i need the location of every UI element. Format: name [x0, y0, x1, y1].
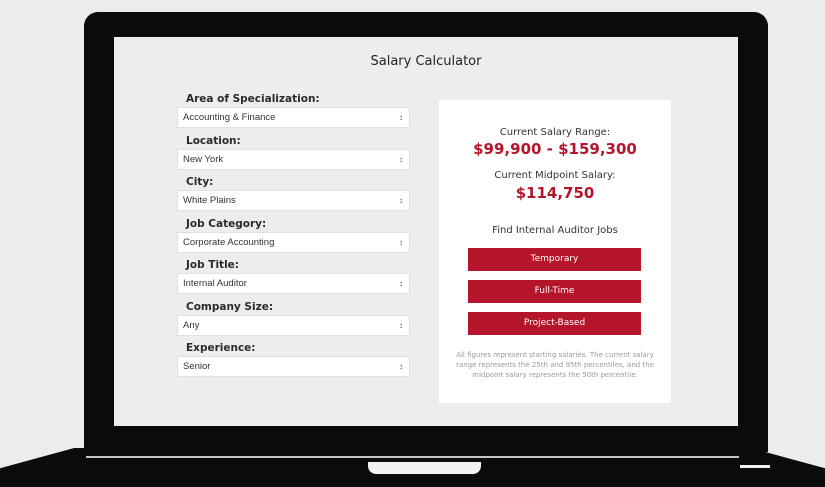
select-arrows-icon: ↕ [399, 154, 403, 164]
select-value: Accounting & Finance [183, 112, 276, 123]
select-value: Senior [183, 361, 211, 372]
field-location: Location: New York ↕ [177, 134, 410, 176]
field-label: City: [186, 176, 214, 188]
select-arrows-icon: ↕ [399, 237, 403, 247]
select-value: Internal Auditor [183, 278, 247, 289]
field-label: Company Size: [186, 300, 274, 313]
salary-result-card: Current Salary Range: $99,900 - $159,300… [439, 100, 671, 403]
company-size-select[interactable]: Any ↕ [177, 314, 410, 336]
field-experience: Experience: Senior ↕ [177, 341, 410, 383]
field-job-title: Job Title: Internal Auditor ↕ [177, 258, 410, 300]
screen: Salary Calculator Area of Specialization… [114, 37, 738, 426]
select-value: Corporate Accounting [183, 236, 275, 248]
select-arrows-icon: ↕ [399, 320, 403, 330]
calculator-form: Area of Specialization: Accounting & Fin… [177, 92, 410, 383]
experience-select[interactable]: Senior ↕ [177, 356, 410, 377]
salary-range-label: Current Salary Range: [499, 127, 611, 138]
page-title: Salary Calculator [370, 54, 482, 69]
midpoint-salary-value: $114,750 [515, 184, 595, 202]
field-city: City: White Plains ↕ [177, 175, 410, 217]
temporary-jobs-button[interactable]: Temporary [468, 248, 641, 271]
job-title-select[interactable]: Internal Auditor ↕ [177, 273, 410, 294]
project-based-jobs-button[interactable]: Project-Based [468, 312, 641, 335]
select-value: White Plains [183, 195, 236, 206]
field-label: Experience: [186, 342, 256, 354]
salary-range-value: $99,900 - $159,300 [473, 140, 637, 158]
area-of-specialization-select[interactable]: Accounting & Finance ↕ [177, 107, 410, 128]
select-arrows-icon: ↕ [399, 362, 403, 371]
field-label: Job Title: [186, 259, 239, 271]
select-arrows-icon: ↕ [399, 279, 403, 288]
select-arrows-icon: ↕ [399, 196, 403, 205]
laptop-base-edge [86, 456, 739, 458]
job-category-select[interactable]: Corporate Accounting ↕ [177, 231, 410, 253]
salary-footnote: All figures represent starting salaries.… [456, 351, 654, 379]
laptop-notch [368, 462, 481, 474]
find-jobs-heading: Find Internal Auditor Jobs [492, 225, 618, 236]
field-company-size: Company Size: Any ↕ [177, 300, 410, 342]
field-label: Area of Specialization: [186, 93, 320, 105]
field-job-category: Job Category: Corporate Accounting ↕ [177, 217, 410, 259]
location-select[interactable]: New York ↕ [177, 148, 410, 170]
laptop-side-mark [740, 465, 770, 468]
midpoint-salary-label: Current Midpoint Salary: [494, 170, 616, 181]
select-value: New York [183, 153, 224, 165]
full-time-jobs-button[interactable]: Full-Time [468, 280, 641, 303]
select-value: Any [183, 319, 200, 331]
field-area-of-specialization: Area of Specialization: Accounting & Fin… [177, 92, 410, 134]
city-select[interactable]: White Plains ↕ [177, 190, 410, 211]
select-arrows-icon: ↕ [399, 113, 403, 122]
field-label: Job Category: [186, 217, 267, 230]
field-label: Location: [186, 134, 241, 147]
